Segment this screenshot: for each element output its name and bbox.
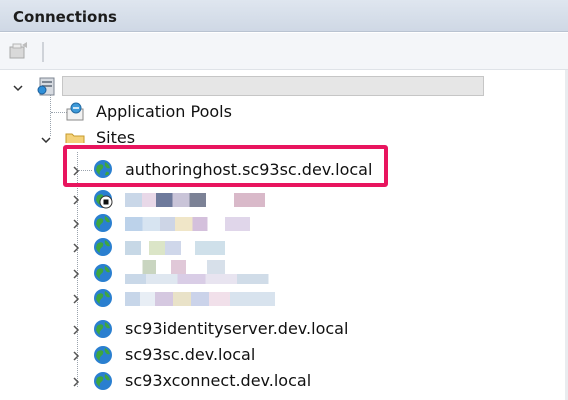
chevron-right-icon[interactable] <box>70 268 82 280</box>
site-sc93identityserver[interactable]: sc93identityserver.dev.local <box>0 316 400 342</box>
highlight-box <box>63 145 388 187</box>
globe-icon <box>94 346 112 364</box>
app-pools-icon <box>66 102 84 121</box>
connections-toolbar <box>0 33 568 70</box>
chevron-down-icon[interactable] <box>40 134 52 143</box>
site-label: sc93xconnect.dev.local <box>125 371 312 390</box>
chevron-right-icon[interactable] <box>70 376 82 388</box>
site-redacted[interactable] <box>0 210 400 236</box>
chevron-right-icon[interactable] <box>70 242 82 254</box>
server-name-redacted <box>62 76 484 96</box>
redacted-label <box>135 260 285 274</box>
redacted-label <box>125 193 265 207</box>
server-icon <box>37 77 55 96</box>
site-redacted[interactable] <box>0 285 400 311</box>
site-sc93sc[interactable]: sc93sc.dev.local <box>0 342 400 368</box>
globe-stopped-icon <box>94 190 113 209</box>
sites-folder-icon <box>65 133 85 143</box>
site-label: sc93sc.dev.local <box>125 345 256 364</box>
site-redacted[interactable] <box>0 186 400 212</box>
globe-icon <box>94 214 112 232</box>
globe-icon <box>94 372 112 390</box>
globe-icon <box>94 320 112 338</box>
tree-node-sites[interactable]: Sites <box>0 125 300 143</box>
redacted-label <box>125 241 225 255</box>
globe-icon <box>94 289 112 307</box>
globe-icon <box>94 238 112 256</box>
redacted-label <box>125 217 250 231</box>
tree-node-server[interactable] <box>0 73 568 99</box>
redacted-label <box>125 274 300 284</box>
sites-label: Sites <box>96 128 136 143</box>
connections-header: Connections <box>0 0 568 32</box>
connect-icon[interactable] <box>8 41 30 61</box>
chevron-right-icon[interactable] <box>70 293 82 305</box>
connections-tree[interactable]: Application Pools Sites authoringhost.sc… <box>0 70 568 400</box>
application-pools-label: Application Pools <box>96 102 232 121</box>
chevron-right-icon[interactable] <box>70 350 82 362</box>
site-label: sc93identityserver.dev.local <box>125 319 349 338</box>
globe-icon <box>94 264 112 282</box>
chevron-right-icon[interactable] <box>70 324 82 336</box>
redacted-label <box>125 292 275 306</box>
site-sc93xconnect[interactable]: sc93xconnect.dev.local <box>0 368 400 394</box>
panel-title: Connections <box>13 8 117 26</box>
chevron-right-icon[interactable] <box>70 194 82 206</box>
site-redacted[interactable] <box>0 234 400 260</box>
tree-node-application-pools[interactable]: Application Pools <box>64 99 364 125</box>
site-redacted[interactable] <box>0 260 400 286</box>
chevron-down-icon[interactable] <box>12 82 24 94</box>
chevron-right-icon[interactable] <box>70 218 82 230</box>
toolbar-separator <box>42 42 44 62</box>
